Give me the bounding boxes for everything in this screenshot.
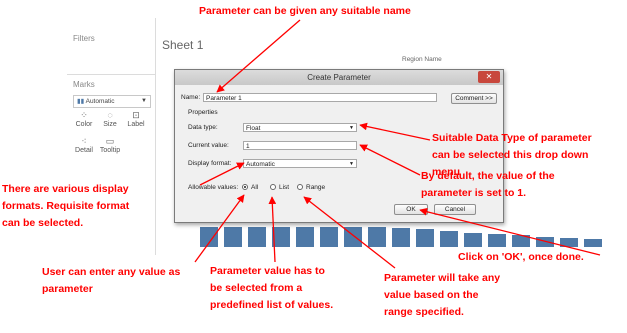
annotation-range-line1: Parameter will take any xyxy=(384,272,501,284)
annotation-name: Parameter can be given any suitable name xyxy=(199,5,411,17)
arrow-default xyxy=(359,144,421,176)
annotation-formats: There are various display formats. Requi… xyxy=(2,181,129,232)
arrow-format xyxy=(199,162,245,186)
annotation-formats-line1: There are various display xyxy=(2,183,129,195)
annotation-list-line1: Parameter value has to xyxy=(210,265,325,277)
annotation-list-line2: be selected from a xyxy=(210,282,303,294)
annotation-range-line3: range specified. xyxy=(384,306,464,318)
annotation-list-line3: predefined list of values. xyxy=(210,299,334,311)
arrow-datatype xyxy=(359,122,431,141)
arrow-range xyxy=(303,196,396,269)
annotation-formats-line3: can be selected. xyxy=(2,217,84,229)
annotation-formats-line2: formats. Requisite format xyxy=(2,200,130,212)
annotation-list: Parameter value has to be selected from … xyxy=(210,263,333,314)
annotation-datatype-line1: Suitable Data Type of parameter xyxy=(432,132,592,144)
annotation-range: Parameter will take any value based on t… xyxy=(384,270,500,321)
arrow-list xyxy=(268,196,277,263)
annotation-range-line2: value based on the xyxy=(384,289,479,301)
annotation-datatype-line2: can be selected this drop down xyxy=(432,149,589,161)
annotation-default: By default, the value of the parameter i… xyxy=(421,168,555,202)
arrow-name xyxy=(216,19,301,93)
annotation-user-line2: parameter xyxy=(42,283,93,295)
annotation-default-line1: By default, the value of the xyxy=(421,170,555,182)
annotation-user-line1: User can enter any value as xyxy=(42,266,181,278)
arrow-all xyxy=(194,194,245,263)
annotation-default-line2: parameter is set to 1. xyxy=(421,187,527,199)
annotation-user: User can enter any value as parameter xyxy=(42,264,180,298)
annotation-ok: Click on 'OK', once done. xyxy=(458,251,584,263)
